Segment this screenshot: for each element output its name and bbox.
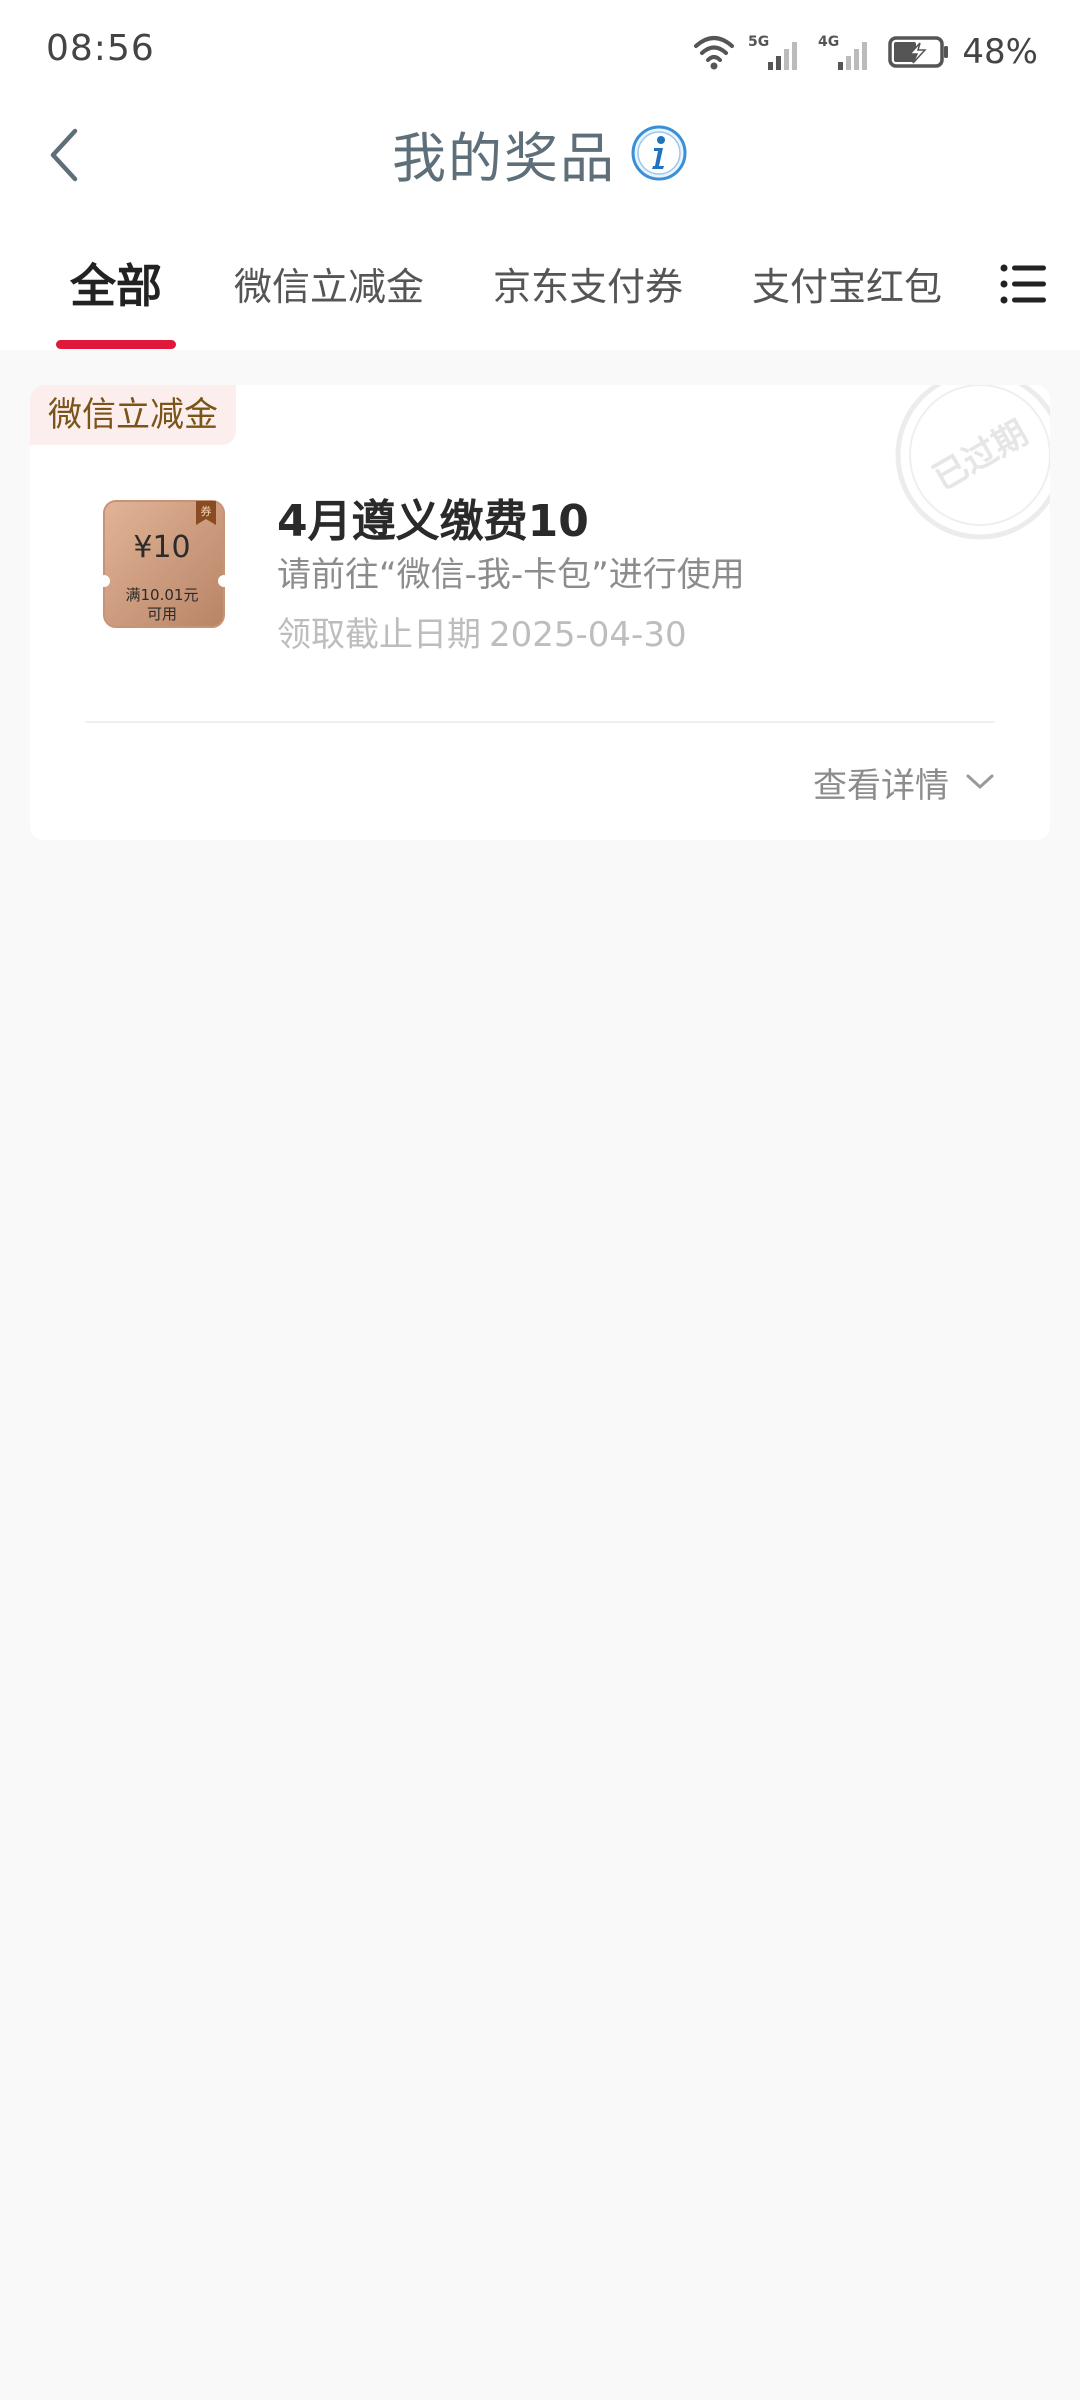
prize-usage-instruction: 请前往“微信-我-卡包”进行使用 bbox=[277, 555, 745, 595]
prize-category-tabs: 全部 微信立减金 京东支付券 支付宝红包 bbox=[0, 208, 1080, 350]
coupon-condition-usable: 可用 bbox=[147, 605, 177, 623]
svg-text:4G: 4G bbox=[818, 34, 839, 50]
tab-wechat-discount[interactable]: 微信立减金 bbox=[234, 256, 424, 311]
navigation-bar: 我的奖品 bbox=[0, 100, 1080, 208]
deadline-label: 领取截止日期 bbox=[277, 615, 481, 655]
signal-4g-icon: 4G bbox=[818, 34, 868, 70]
battery-percentage: 48% bbox=[962, 32, 1038, 72]
expired-stamp: 已过期 bbox=[895, 385, 1050, 540]
svg-text:5G: 5G bbox=[748, 34, 769, 50]
expired-stamp-text: 已过期 bbox=[926, 413, 1034, 499]
chevron-down-icon bbox=[966, 774, 994, 789]
status-time: 08:56 bbox=[46, 28, 155, 69]
active-tab-indicator bbox=[56, 340, 176, 349]
coupon-corner-text: 券 bbox=[201, 504, 212, 518]
coupon-thumbnail: 券 ¥10 满10.01元 可用 bbox=[100, 500, 228, 628]
view-details-button[interactable]: 查看详情 bbox=[813, 757, 995, 807]
view-details-label: 查看详情 bbox=[813, 765, 949, 806]
info-icon[interactable] bbox=[630, 124, 688, 182]
signal-5g-icon: 5G bbox=[748, 34, 798, 70]
tab-all[interactable]: 全部 bbox=[70, 250, 162, 316]
prize-type-tag: 微信立减金 bbox=[30, 385, 236, 445]
prize-card[interactable]: 微信立减金 已过期 券 ¥10 满10.01元 可用 4月遵义缴费10 请前往“… bbox=[30, 385, 1050, 840]
card-divider bbox=[85, 721, 995, 723]
battery-charging-icon bbox=[888, 36, 949, 68]
wifi-icon bbox=[694, 36, 735, 70]
coupon-amount: ¥10 bbox=[133, 530, 190, 565]
prize-title: 4月遵义缴费10 bbox=[277, 496, 589, 547]
page-title-group: 我的奖品 bbox=[0, 118, 1080, 190]
tab-alipay-red-packet[interactable]: 支付宝红包 bbox=[752, 256, 942, 311]
page-title: 我的奖品 bbox=[392, 126, 616, 190]
tab-jd-payment-coupon[interactable]: 京东支付券 bbox=[493, 256, 683, 311]
list-menu-icon[interactable] bbox=[998, 258, 1050, 310]
deadline-value: 2025-04-30 bbox=[489, 615, 687, 655]
status-icons: 5G 4G 48% bbox=[692, 26, 1038, 78]
status-bar: 08:56 5G 4G 48% bbox=[0, 0, 1080, 100]
prize-deadline: 领取截止日期 2025-04-30 bbox=[277, 607, 687, 656]
coupon-condition: 满10.01元 bbox=[126, 586, 199, 604]
